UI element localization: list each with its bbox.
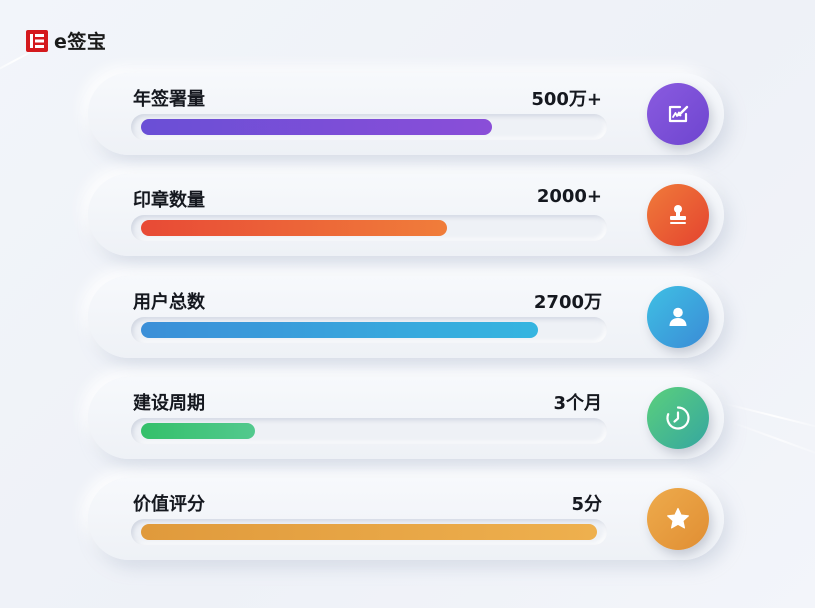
stat-label: 用户总数 (133, 292, 205, 313)
stat-card: 建设周期 3个月 (88, 377, 724, 459)
decorative-light-streak (727, 420, 815, 460)
stat-card: 用户总数 2700万 (88, 276, 724, 358)
decorative-light-streak (721, 402, 815, 431)
star-icon (647, 488, 709, 550)
progress-fill (141, 119, 492, 135)
stat-label: 年签署量 (133, 89, 205, 110)
brand-logo: e签宝 (26, 27, 106, 54)
stat-label: 价值评分 (133, 494, 205, 515)
stat-label: 印章数量 (133, 190, 205, 211)
stat-card: 印章数量 2000+ (88, 174, 724, 256)
stat-value: 2700万 (533, 292, 602, 313)
progress-fill (141, 220, 447, 236)
stat-label: 建设周期 (133, 393, 205, 414)
clock-icon (647, 387, 709, 449)
stat-card: 年签署量 500万+ (88, 73, 724, 155)
progress-track (131, 418, 607, 444)
stat-value: 3个月 (553, 393, 602, 414)
progress-track (131, 317, 607, 343)
stat-value: 5分 (571, 494, 602, 515)
progress-track (131, 215, 607, 241)
seal-stamp-icon (647, 184, 709, 246)
signature-pen-icon (647, 83, 709, 145)
stat-value: 2000+ (536, 186, 602, 207)
progress-track (131, 114, 607, 140)
progress-fill (141, 524, 597, 540)
progress-track (131, 519, 607, 545)
progress-fill (141, 423, 255, 439)
user-icon (647, 286, 709, 348)
brand-name: e签宝 (54, 31, 107, 53)
brand-logo-mark (26, 29, 48, 52)
stat-card: 价值评分 5分 (88, 478, 724, 560)
stat-value: 500万+ (531, 89, 602, 110)
progress-fill (141, 322, 538, 338)
